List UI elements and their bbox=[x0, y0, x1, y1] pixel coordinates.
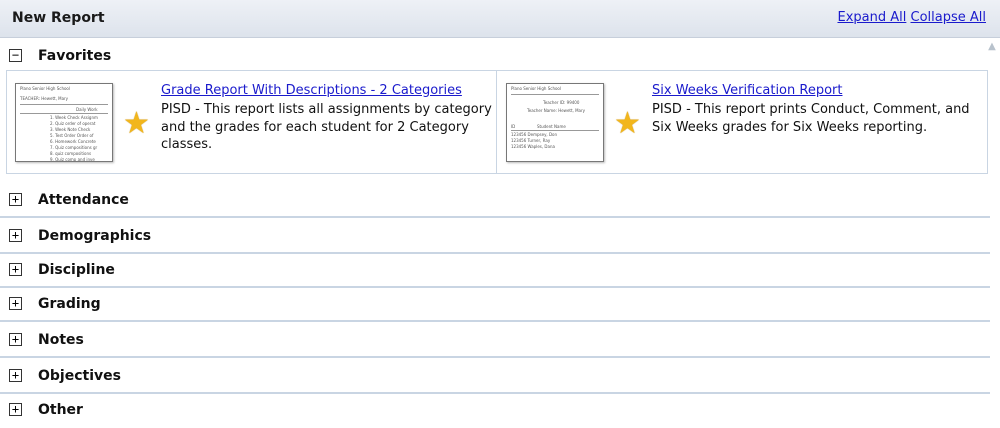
expand-toggle-icon[interactable]: + bbox=[9, 333, 22, 346]
report-thumbnail[interactable]: Plano Senior High School TEACHER: Hewett… bbox=[15, 83, 113, 162]
section-objectives[interactable]: + Objectives bbox=[0, 360, 990, 394]
thumb-line: 6. Homework Concrete bbox=[50, 139, 96, 144]
favorites-panel: Plano Senior High School TEACHER: Hewett… bbox=[6, 70, 988, 174]
expand-toggle-icon[interactable]: + bbox=[9, 369, 22, 382]
section-label-favorites[interactable]: Favorites bbox=[38, 48, 111, 64]
thumb-line: Student Name bbox=[537, 124, 566, 129]
expand-toggle-icon[interactable]: + bbox=[9, 297, 22, 310]
thumb-line: 7. Quiz compositions gr bbox=[50, 145, 98, 150]
section-favorites[interactable]: − Favorites bbox=[0, 40, 990, 74]
thumb-line: 2. Quiz order of operat bbox=[50, 121, 96, 126]
section-demographics[interactable]: + Demographics bbox=[0, 220, 990, 254]
report-description: PISD - This report lists all assignments… bbox=[161, 102, 492, 152]
expand-toggle-icon[interactable]: + bbox=[9, 263, 22, 276]
thumb-line: TEACHER: Hewett, Mary bbox=[20, 96, 69, 101]
section-label[interactable]: Objectives bbox=[38, 368, 121, 384]
favorite-star-icon[interactable]: ★ bbox=[614, 109, 644, 139]
favorite-star-icon[interactable]: ★ bbox=[123, 109, 153, 139]
thumb-line: 123456 Turner, Ray bbox=[511, 138, 551, 143]
section-label[interactable]: Attendance bbox=[38, 192, 129, 208]
section-other[interactable]: + Other bbox=[0, 394, 990, 428]
header-links: Expand All Collapse All bbox=[837, 10, 986, 25]
section-attendance[interactable]: + Attendance bbox=[0, 184, 990, 218]
section-notes[interactable]: + Notes bbox=[0, 324, 990, 358]
section-discipline[interactable]: + Discipline bbox=[0, 254, 990, 288]
thumb-line: 123456 Waples, Dana bbox=[511, 144, 555, 149]
collapse-toggle-icon[interactable]: − bbox=[9, 49, 22, 62]
expand-toggle-icon[interactable]: + bbox=[9, 403, 22, 416]
report-header: New Report Expand All Collapse All bbox=[0, 0, 1000, 38]
thumb-line: 8. quiz compositions bbox=[50, 151, 92, 156]
thumb-line: 5. Test Order Order of bbox=[50, 133, 94, 138]
report-title-link[interactable]: Grade Report With Descriptions - 2 Categ… bbox=[161, 83, 462, 98]
report-description: PISD - This report prints Conduct, Comme… bbox=[652, 102, 970, 135]
expand-toggle-icon[interactable]: + bbox=[9, 229, 22, 242]
thumb-line: Teacher Name: Hewett, Mary bbox=[527, 108, 586, 113]
expand-all-link[interactable]: Expand All bbox=[837, 10, 906, 25]
section-label[interactable]: Demographics bbox=[38, 228, 151, 244]
thumb-line: Plano Senior High School bbox=[511, 86, 561, 91]
section-label[interactable]: Grading bbox=[38, 296, 101, 312]
thumb-line: Daily Work bbox=[76, 107, 98, 112]
section-label[interactable]: Notes bbox=[38, 332, 84, 348]
thumb-line: Plano Senior High School bbox=[20, 86, 70, 91]
favorite-report-card: Plano Senior High School TEACHER: Hewett… bbox=[7, 71, 497, 173]
thumb-line: 123456 Dempsey, Don bbox=[511, 132, 558, 137]
thumb-line: 3. Week Note Check bbox=[50, 127, 91, 132]
section-grading[interactable]: + Grading bbox=[0, 288, 990, 322]
section-label[interactable]: Discipline bbox=[38, 262, 115, 278]
expand-toggle-icon[interactable]: + bbox=[9, 193, 22, 206]
report-thumbnail[interactable]: Plano Senior High School Teacher ID: 994… bbox=[506, 83, 604, 162]
favorite-report-card: Plano Senior High School Teacher ID: 994… bbox=[498, 71, 987, 173]
thumb-line: 9. Quiz comp and inve bbox=[50, 157, 95, 162]
report-title-link[interactable]: Six Weeks Verification Report bbox=[652, 83, 842, 98]
thumb-line: Teacher ID: 99400 bbox=[543, 100, 580, 105]
thumb-line: ID bbox=[511, 124, 516, 129]
section-label[interactable]: Other bbox=[38, 402, 83, 418]
page-title: New Report bbox=[12, 10, 105, 26]
collapse-all-link[interactable]: Collapse All bbox=[911, 10, 987, 25]
thumb-line: 1. Week Check Assignm bbox=[50, 115, 98, 120]
